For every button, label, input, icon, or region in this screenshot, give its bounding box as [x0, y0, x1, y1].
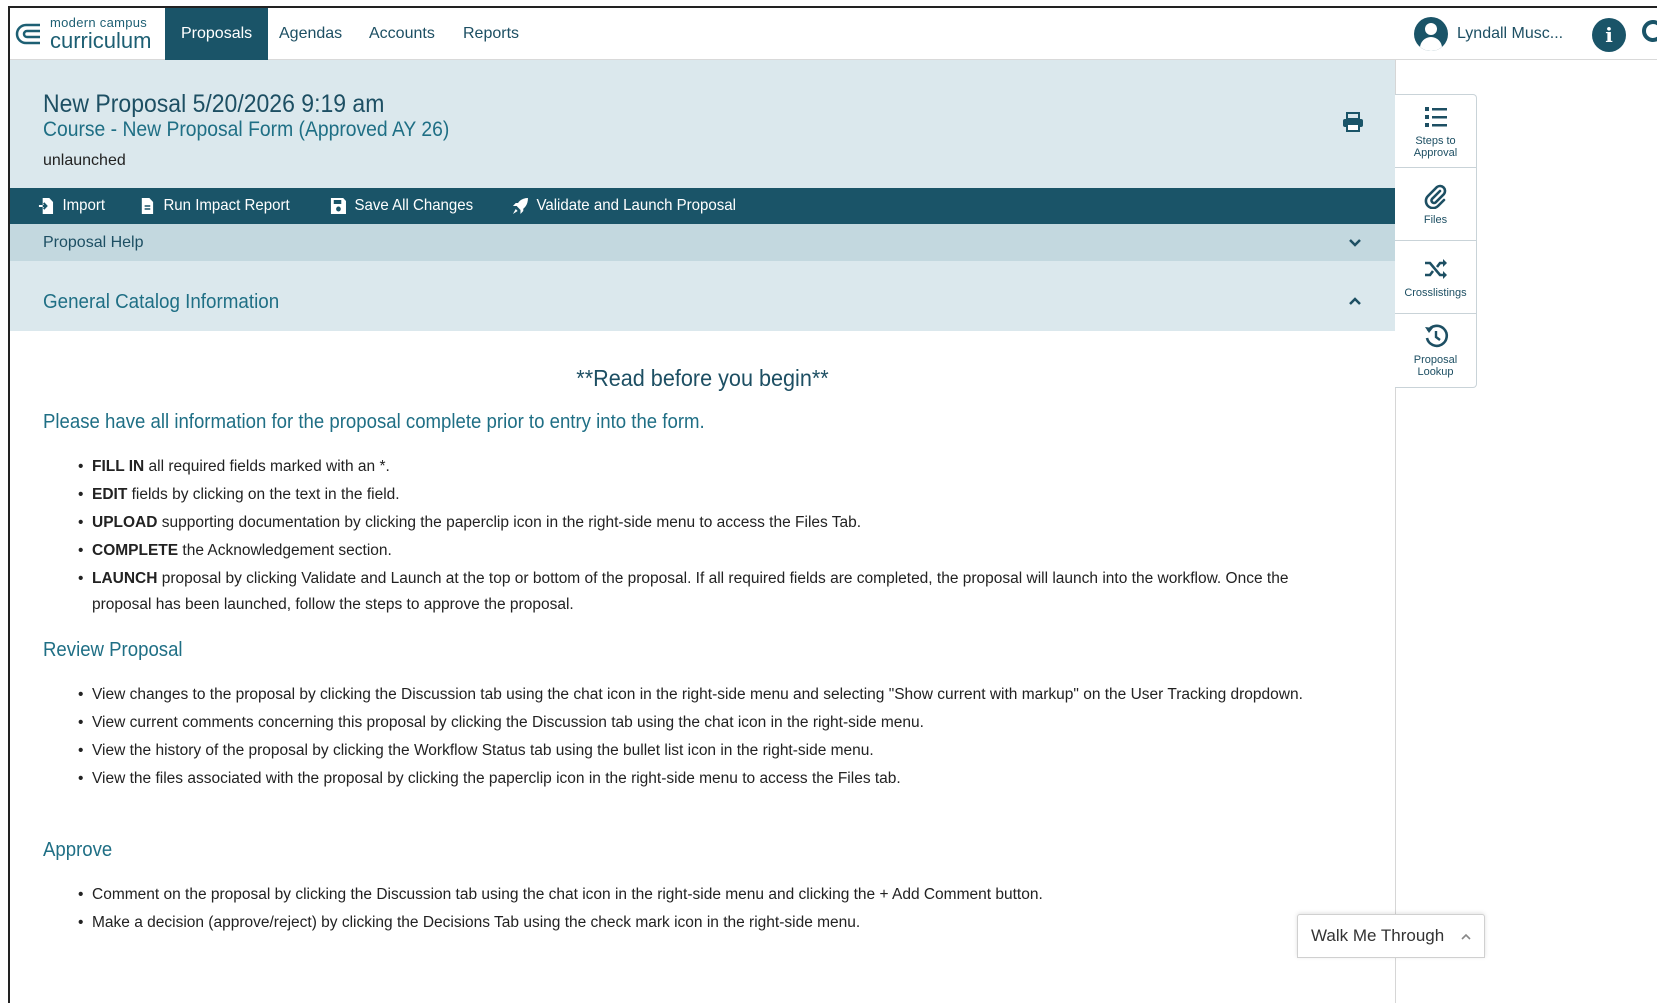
section-title: General Catalog Information — [43, 291, 280, 313]
document-icon — [142, 198, 154, 214]
list-item: View current comments concerning this pr… — [78, 710, 1328, 736]
nav-agendas[interactable]: Agendas — [263, 8, 358, 60]
side-menu-label: Steps to Approval — [1413, 134, 1458, 159]
history-icon — [1424, 324, 1448, 348]
list-item: FILL IN all required fields marked with … — [78, 454, 1328, 480]
curriculum-logo-icon — [15, 23, 40, 45]
logo-wordmark: curriculum — [50, 28, 152, 53]
app-frame: modern campus curriculum Proposals Agend… — [8, 6, 1657, 1003]
save-all-changes-button[interactable]: Save All Changes — [330, 197, 473, 215]
print-icon[interactable] — [1342, 112, 1364, 132]
walk-me-through-label: Walk Me Through — [1311, 926, 1445, 945]
right-side-menu: Steps to Approval Files Crosslistings Pr… — [1395, 94, 1477, 388]
instructions-content: **Read before you begin** Please have al… — [10, 331, 1395, 1003]
list-item: COMPLETE the Acknowledgement section. — [78, 538, 1328, 564]
walk-me-through-button[interactable]: Walk Me Through — [1297, 914, 1485, 958]
instruction-list: FILL IN all required fields marked with … — [78, 454, 1328, 620]
nav-accounts[interactable]: Accounts — [353, 8, 451, 60]
side-menu-steps-to-approval[interactable]: Steps to Approval — [1395, 95, 1476, 168]
info-icon[interactable]: i — [1592, 18, 1626, 52]
import-button[interactable]: Import — [38, 197, 105, 215]
review-list: View changes to the proposal by clicking… — [78, 682, 1328, 794]
approve-list: Comment on the proposal by clicking the … — [78, 882, 1328, 938]
save-icon — [330, 198, 346, 214]
list-item: View the files associated with the propo… — [78, 766, 1328, 792]
validate-launch-button[interactable]: Validate and Launch Proposal — [512, 197, 736, 215]
list-item: Comment on the proposal by clicking the … — [78, 882, 1328, 908]
side-menu-label: Proposal Lookup — [1413, 354, 1458, 378]
list-item: Make a decision (approve/reject) by clic… — [78, 910, 1328, 936]
side-menu-label: Crosslistings — [1404, 286, 1467, 299]
run-impact-report-label: Run Impact Report — [163, 197, 291, 214]
run-impact-report-button[interactable]: Run Impact Report — [139, 197, 290, 215]
nav-proposals[interactable]: Proposals — [165, 8, 269, 60]
read-before-heading: **Read before you begin** — [576, 365, 829, 391]
side-menu-label: Files — [1423, 213, 1448, 226]
rocket-icon — [512, 198, 528, 214]
proposal-status: unlaunched — [43, 152, 126, 169]
proposal-header: New Proposal 5/20/2026 9:19 am Course - … — [10, 60, 1395, 188]
user-avatar-icon — [1414, 17, 1448, 51]
list-icon — [1424, 106, 1447, 127]
approve-heading: Approve — [43, 839, 113, 861]
shuffle-icon — [1424, 258, 1447, 279]
list-item: View changes to the proposal by clicking… — [78, 682, 1328, 708]
list-item: View the history of the proposal by clic… — [78, 738, 1328, 764]
top-navbar: modern campus curriculum Proposals Agend… — [10, 8, 1657, 60]
review-heading: Review Proposal — [43, 639, 183, 661]
general-catalog-section-header[interactable]: General Catalog Information — [10, 261, 1395, 331]
list-item: EDIT fields by clicking on the text in t… — [78, 482, 1328, 508]
list-item: UPLOAD supporting documentation by click… — [78, 510, 1328, 536]
proposal-title: New Proposal 5/20/2026 9:19 am — [43, 90, 385, 118]
chevron-up-icon[interactable] — [1348, 294, 1362, 308]
proposal-help-bar[interactable]: Proposal Help — [10, 224, 1395, 261]
please-heading: Please have all information for the prop… — [43, 411, 705, 433]
user-menu[interactable]: Lyndall Musc... — [1414, 16, 1563, 52]
import-icon — [38, 198, 54, 214]
side-menu-proposal-lookup[interactable]: Proposal Lookup — [1395, 314, 1476, 387]
user-name: Lyndall Musc... — [1457, 25, 1564, 42]
chevron-down-icon[interactable] — [1348, 236, 1362, 250]
paperclip-icon — [1424, 184, 1446, 209]
search-icon[interactable] — [1640, 18, 1657, 48]
nav-reports[interactable]: Reports — [447, 8, 535, 60]
save-all-changes-label: Save All Changes — [354, 197, 473, 214]
side-menu-crosslistings[interactable]: Crosslistings — [1395, 241, 1476, 314]
chevron-up-icon — [1461, 933, 1471, 940]
list-item: LAUNCH proposal by clicking Validate and… — [78, 566, 1328, 618]
proposal-toolbar: Import Run Impact Report Save All Change… — [10, 188, 1395, 224]
app-logo[interactable]: modern campus curriculum — [14, 14, 162, 54]
side-menu-files[interactable]: Files — [1395, 168, 1476, 241]
validate-launch-label: Validate and Launch Proposal — [536, 197, 736, 214]
proposal-form-name: Course - New Proposal Form (Approved AY … — [43, 118, 450, 141]
import-label: Import — [62, 197, 106, 214]
proposal-help-label: Proposal Help — [43, 234, 144, 251]
